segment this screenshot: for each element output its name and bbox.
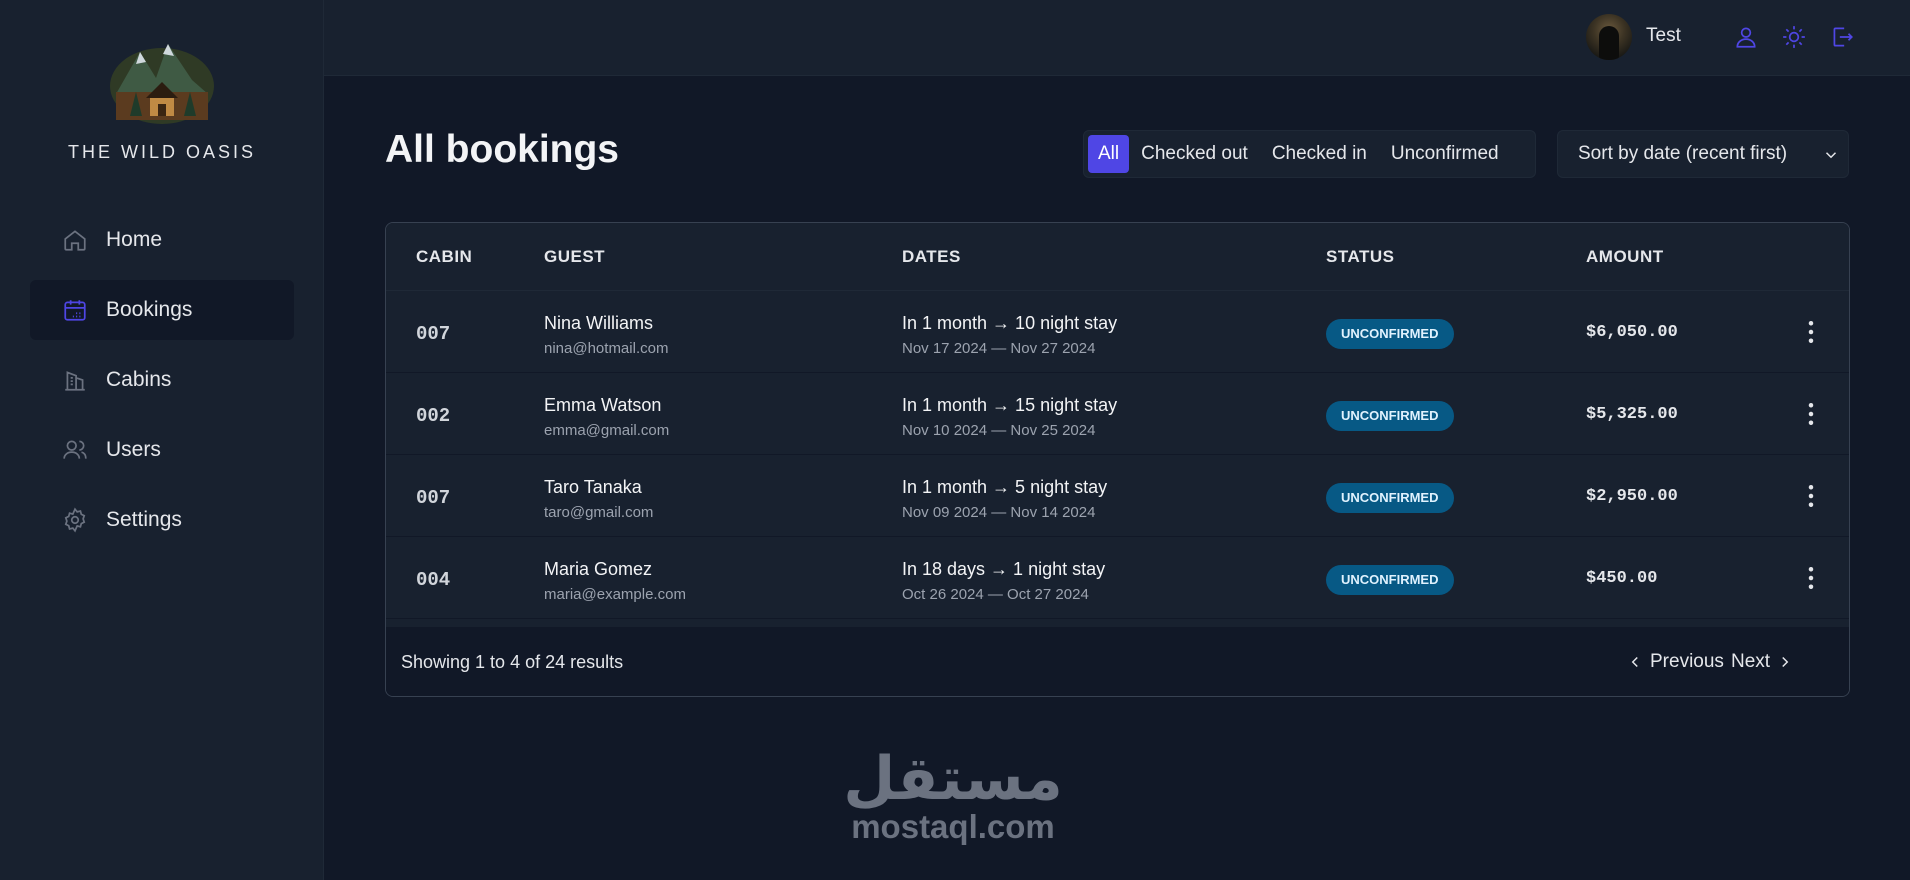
date-range: Nov 10 2024 — Nov 25 2024 [902,422,1096,439]
sun-icon[interactable] [1781,24,1807,50]
more-vertical-icon[interactable] [1796,399,1826,429]
more-vertical-icon[interactable] [1796,317,1826,347]
table-row[interactable]: 007 Taro Tanaka taro@gmail.com In 1 mont… [386,455,1849,537]
table-row[interactable]: 004 Maria Gomez maria@example.com In 18 … [386,537,1849,619]
booking-filter: All Checked out Checked in Unconfirmed [1083,130,1536,178]
status-badge: UNCONFIRMED [1326,483,1454,513]
user-icon[interactable] [1733,24,1759,50]
sidebar-item-label: Home [106,228,163,251]
next-label: Next [1731,651,1771,672]
bookings-table: CABIN GUEST DATES STATUS AMOUNT 007 Nina… [385,222,1850,697]
sort-select[interactable]: Sort by date (recent first) [1557,130,1849,178]
watermark-arabic: مستقل [843,745,1063,812]
cabin-number: 004 [416,569,451,591]
stay-summary: In 1 month → 10 night stay [902,313,1118,333]
stay-summary: In 1 month → 5 night stay [902,477,1108,497]
status-badge: UNCONFIRMED [1326,565,1454,595]
results-summary: Showing 1 to 4 of 24 results [401,652,624,672]
date-range: Oct 26 2024 — Oct 27 2024 [902,586,1089,603]
sidebar-item-label: Users [106,438,161,461]
sidebar-item-settings[interactable]: Settings [30,490,294,550]
guest-name: Nina Williams [544,313,654,333]
chevron-left-icon [1631,656,1638,668]
filter-checked-in[interactable]: Checked in [1260,135,1379,173]
table-footer: Showing 1 to 4 of 24 results Previous Ne… [386,627,1849,696]
filter-unconfirmed[interactable]: Unconfirmed [1379,135,1511,173]
previous-page-button[interactable]: Previous [1626,643,1724,681]
next-page-button[interactable]: Next [1731,643,1794,681]
home-icon [64,230,86,251]
previous-label: Previous [1650,651,1724,672]
more-vertical-icon[interactable] [1796,481,1826,511]
users-icon [63,440,87,459]
guest-name: Emma Watson [544,395,662,415]
column-header-guest: GUEST [544,247,606,266]
calendar-icon [64,300,86,321]
sidebar-item-label: Bookings [106,298,193,321]
amount: $2,950.00 [1586,487,1678,506]
logo-image [110,44,214,124]
table-row[interactable]: 002 Emma Watson emma@gmail.com In 1 mont… [386,373,1849,455]
filter-checked-out[interactable]: Checked out [1129,135,1260,173]
date-range: Nov 17 2024 — Nov 27 2024 [902,340,1096,357]
cabin-number: 002 [416,405,451,427]
sidebar-nav: Home Bookings Cabins Users Settings [30,210,294,560]
status-badge: UNCONFIRMED [1326,319,1454,349]
cabin-number: 007 [416,323,451,345]
amount: $450.00 [1586,569,1658,588]
top-header: Test [324,0,1910,76]
chevron-down-icon [1825,152,1837,159]
table-header: CABIN GUEST DATES STATUS AMOUNT [386,223,1849,291]
user-name: Test [1646,25,1681,46]
chevron-right-icon [1782,656,1789,668]
guest-email: emma@gmail.com [544,422,670,439]
stay-summary: In 18 days → 1 night stay [902,559,1106,579]
logout-icon[interactable] [1829,24,1855,50]
logo[interactable]: THE WILD OASIS [0,34,324,163]
more-vertical-icon[interactable] [1796,563,1826,593]
watermark-latin: mostaql.com [851,808,1055,845]
guest-email: taro@gmail.com [544,504,654,521]
column-header-amount: AMOUNT [1586,247,1664,266]
sidebar-item-label: Settings [106,508,182,531]
amount: $5,325.00 [1586,405,1678,424]
amount: $6,050.00 [1586,323,1678,342]
page-title: All bookings [385,128,619,171]
guest-name: Maria Gomez [544,559,653,579]
column-header-cabin: CABIN [416,247,473,266]
sidebar-item-cabins[interactable]: Cabins [30,350,294,410]
stay-summary: In 1 month → 15 night stay [902,395,1118,415]
guest-email: nina@hotmail.com [544,340,669,357]
date-range: Nov 09 2024 — Nov 14 2024 [902,504,1096,521]
watermark: مستقل mostaql.com [838,748,1068,844]
app-name: THE WILD OASIS [67,142,257,162]
sidebar: THE WILD OASIS Home Bookings Cabins User… [0,0,324,880]
cabin-number: 007 [416,487,451,509]
sort-selected-value: Sort by date (recent first) [1578,143,1788,164]
gear-icon [64,507,86,533]
filter-all[interactable]: All [1088,135,1130,173]
sidebar-item-home[interactable]: Home [30,210,294,270]
sidebar-item-users[interactable]: Users [30,420,294,480]
table-row[interactable]: 007 Nina Williams nina@hotmail.com In 1 … [386,291,1849,373]
column-header-dates: DATES [902,247,961,266]
avatar[interactable] [1586,14,1632,60]
guest-email: maria@example.com [544,586,686,603]
guest-name: Taro Tanaka [544,477,642,497]
sidebar-item-bookings[interactable]: Bookings [30,280,294,340]
building-icon [65,371,85,391]
sidebar-item-label: Cabins [106,368,172,391]
column-header-status: STATUS [1326,247,1395,266]
status-badge: UNCONFIRMED [1326,401,1454,431]
